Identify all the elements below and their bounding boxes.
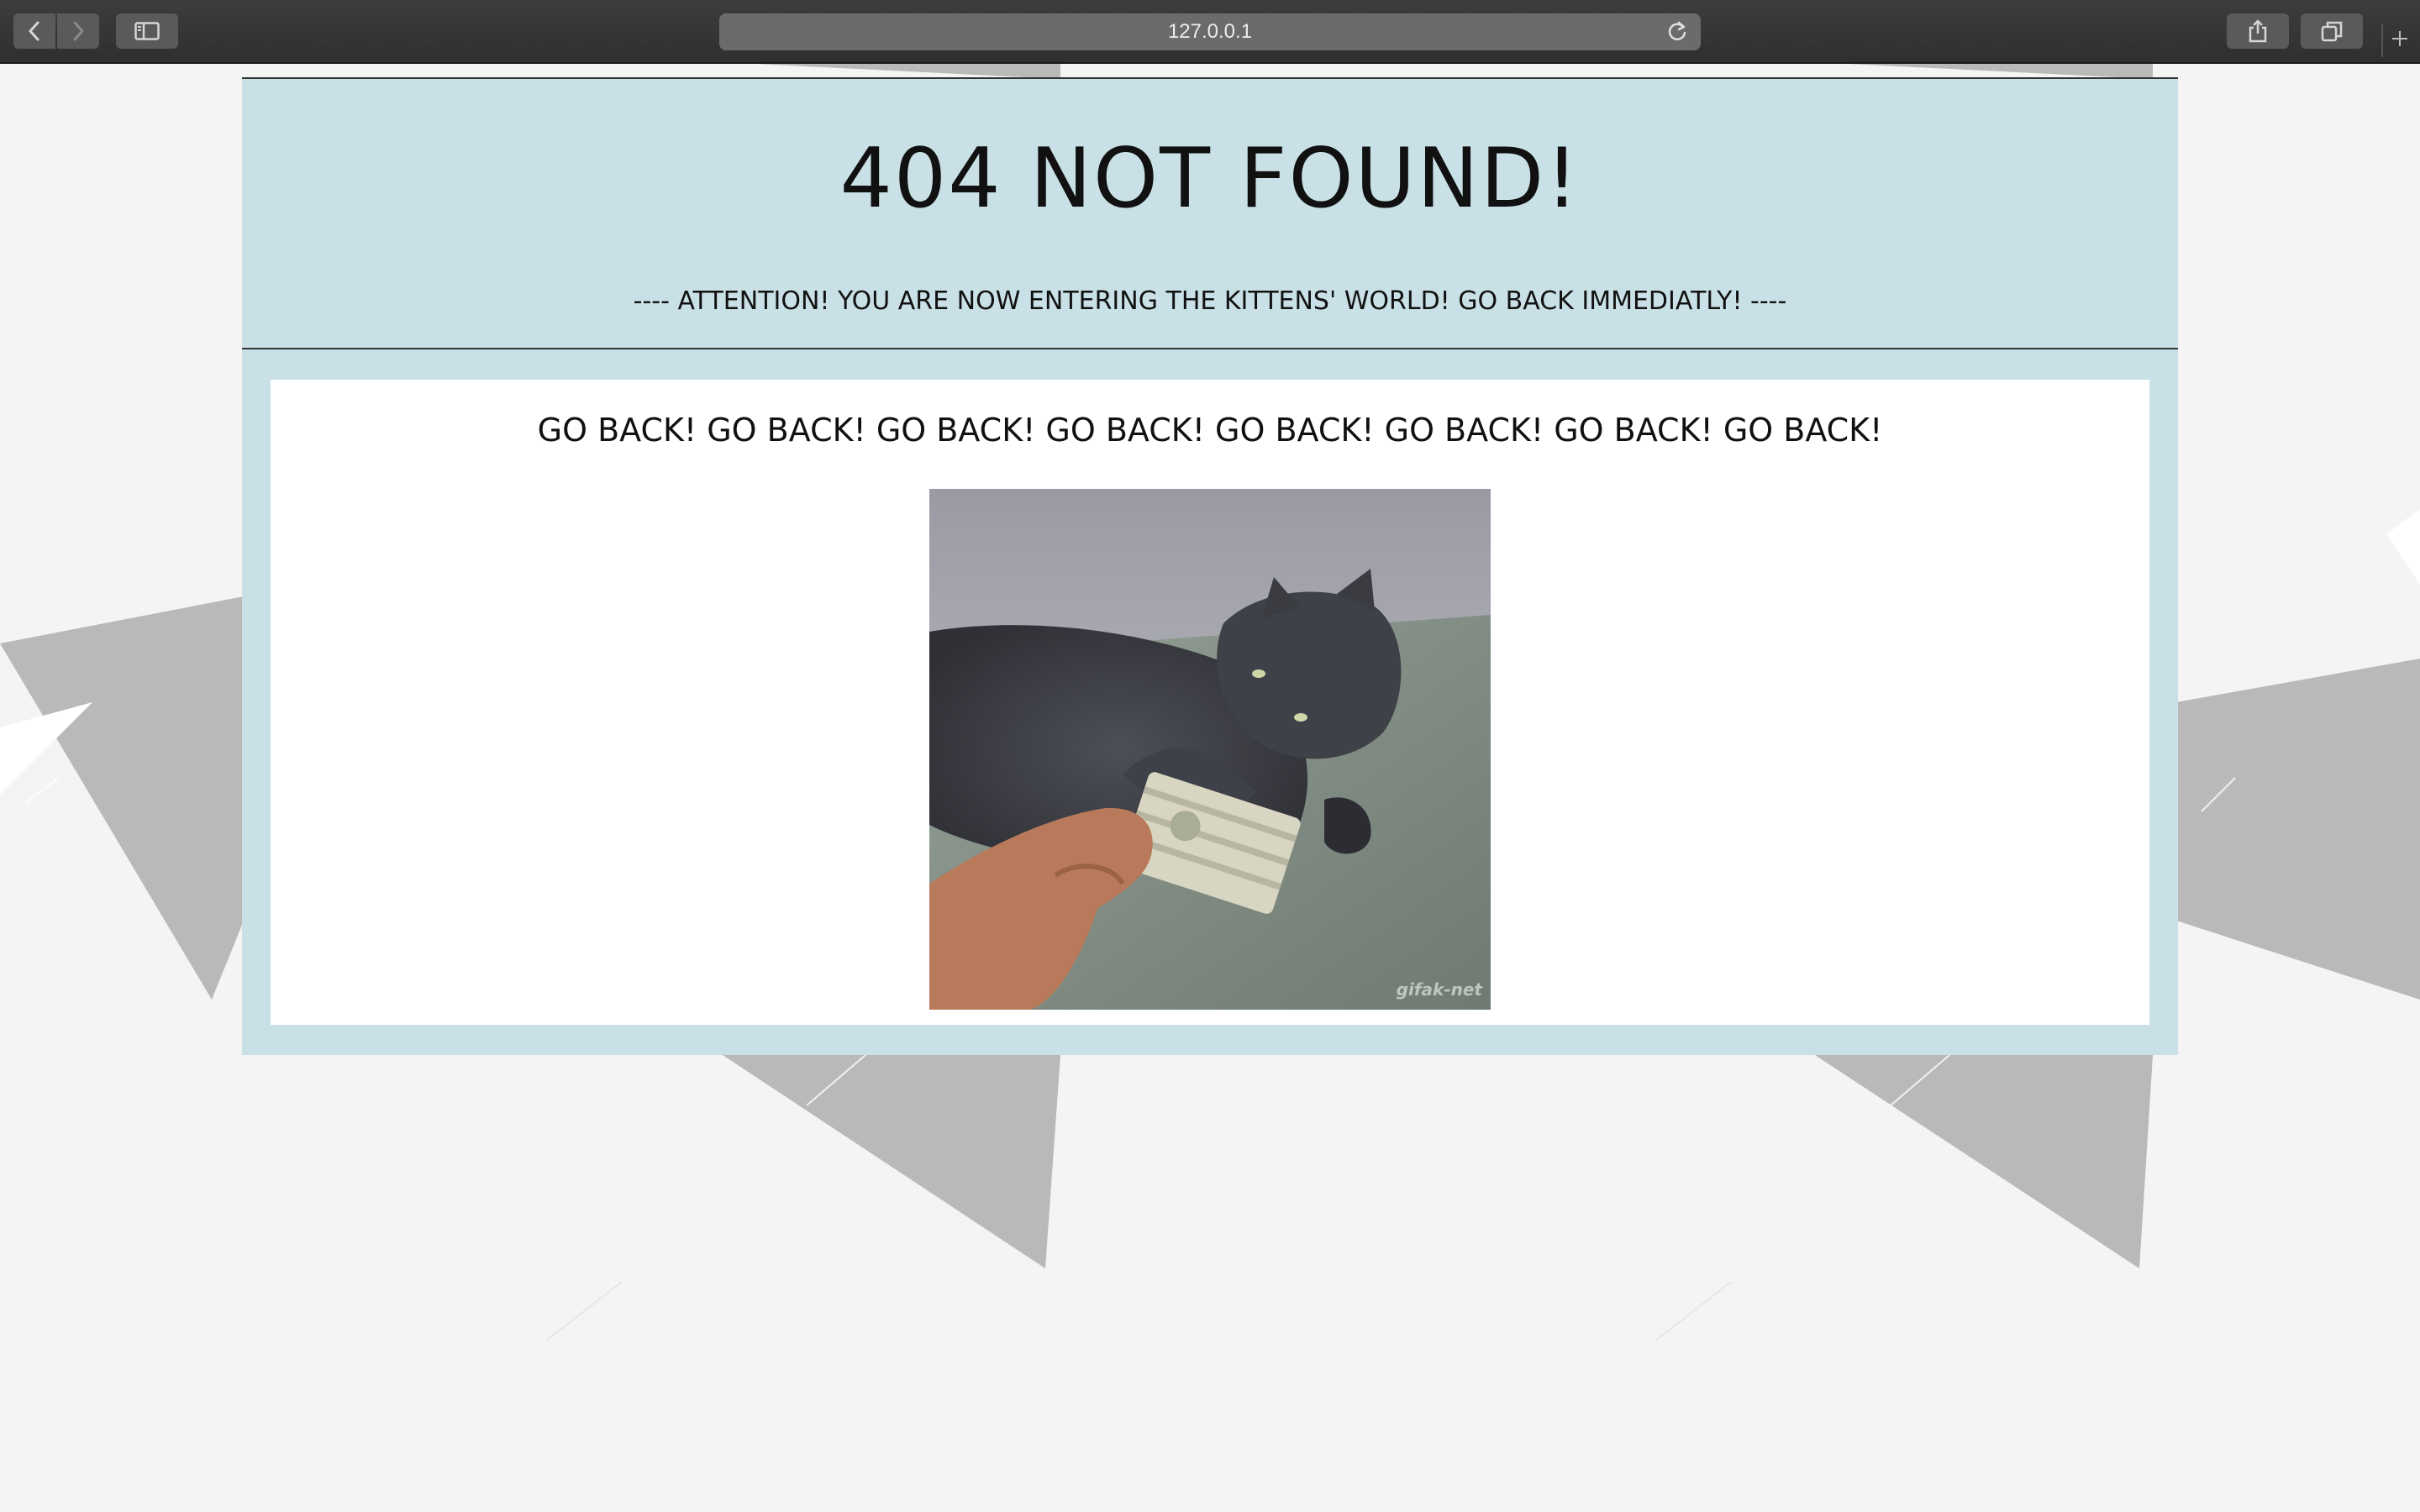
plus-icon: [2390, 29, 2410, 52]
reload-icon[interactable]: [1665, 20, 1689, 44]
page-subtitle: ---- ATTENTION! YOU ARE NOW ENTERING THE…: [633, 286, 1787, 316]
chevron-left-icon: [25, 20, 44, 42]
address-bar[interactable]: 127.0.0.1: [719, 13, 1701, 50]
back-button[interactable]: [13, 13, 55, 49]
forward-button[interactable]: [57, 13, 99, 49]
url-text: 127.0.0.1: [1167, 20, 1253, 43]
browser-toolbar: 127.0.0.1: [0, 0, 2420, 64]
tabs-overview-button[interactable]: [2301, 13, 2363, 49]
sidebar-icon: [134, 22, 160, 40]
sidebar-toggle-button[interactable]: [116, 13, 178, 49]
kitten-image: gifak-net: [929, 489, 1491, 1010]
page-container: 404 NOT FOUND! ---- ATTENTION! YOU ARE N…: [242, 77, 2178, 1055]
share-icon: [2247, 18, 2269, 44]
content-box: GO BACK! GO BACK! GO BACK! GO BACK! GO B…: [271, 380, 2149, 1025]
warning-text: GO BACK! GO BACK! GO BACK! GO BACK! GO B…: [537, 412, 1883, 449]
page-header: 404 NOT FOUND! ---- ATTENTION! YOU ARE N…: [242, 79, 2178, 349]
image-watermark: gifak-net: [1396, 979, 1482, 1000]
page-title: 404 NOT FOUND!: [839, 131, 1581, 227]
tabs-overview-icon: [2320, 19, 2344, 43]
new-tab-button[interactable]: [2381, 24, 2417, 57]
chevron-right-icon: [69, 20, 87, 42]
share-button[interactable]: [2227, 13, 2289, 49]
